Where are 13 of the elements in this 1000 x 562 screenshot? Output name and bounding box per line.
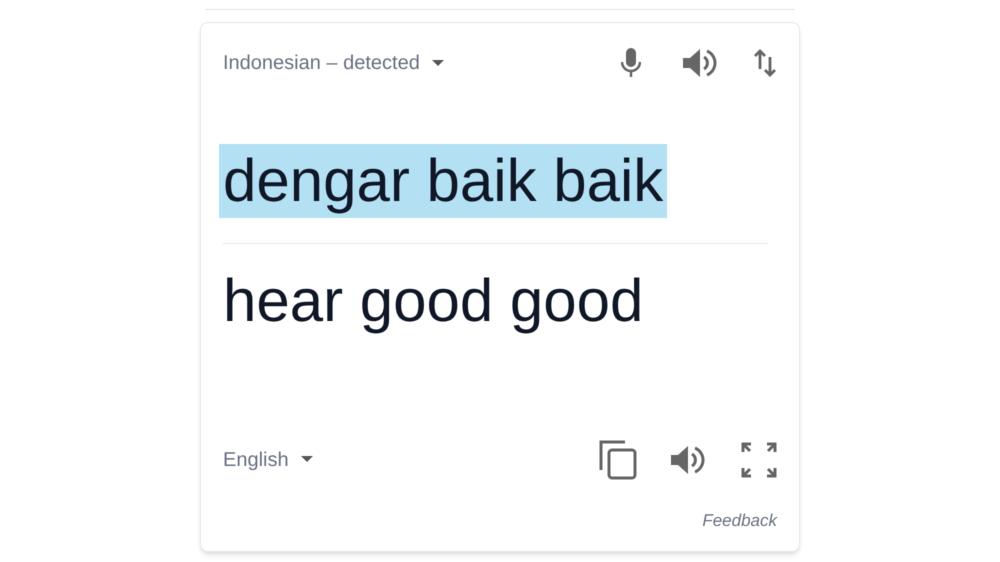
caret-icon[interactable] [300,456,313,463]
fullscreen-icon[interactable] [741,442,777,478]
speaker-icon[interactable] [671,444,705,474]
feedback-link[interactable]: Feedback [702,508,777,533]
swap-arrows-icon[interactable] [753,49,777,77]
copy-icon[interactable] [599,440,637,480]
target-language-dropdown[interactable]: English [223,444,313,474]
microphone-icon[interactable] [621,48,641,78]
translated-text: hear good good [223,266,644,336]
source-language-dropdown[interactable]: Indonesian – detected [223,48,444,78]
speaker-icon[interactable] [683,48,717,78]
source-text: dengar baik baik [219,144,668,218]
caret-icon[interactable] [432,60,444,66]
